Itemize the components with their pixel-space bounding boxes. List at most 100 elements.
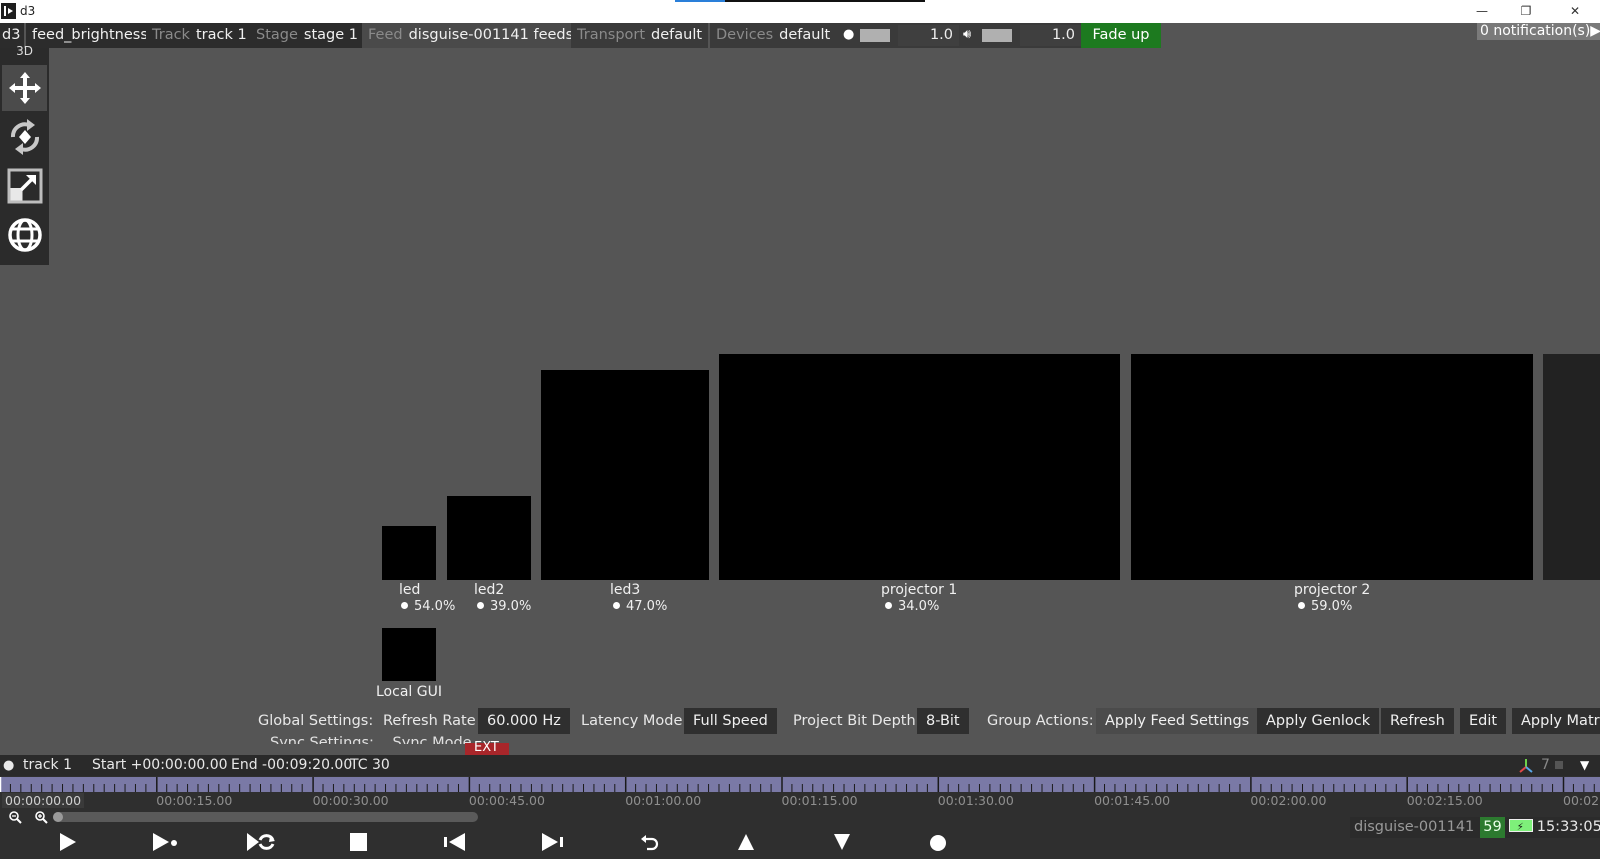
down-button[interactable] xyxy=(827,829,857,855)
loading-progress xyxy=(675,0,925,2)
play-to-end-button[interactable] xyxy=(150,829,180,855)
collapse-icon[interactable]: ▼ xyxy=(1580,755,1589,776)
timeline-tick-label: 00:00:15.00 xyxy=(156,793,233,808)
fade-up-button[interactable]: Fade up xyxy=(1081,23,1161,48)
screen-offscreen-preview[interactable] xyxy=(1543,354,1600,580)
close-button[interactable]: ✕ xyxy=(1560,2,1590,20)
zoom-in-icon[interactable] xyxy=(34,809,48,824)
track-selector[interactable]: Track track 1 xyxy=(146,23,253,48)
d3-logo-icon xyxy=(1,3,16,19)
volume-slider[interactable] xyxy=(982,29,1012,42)
current-timecode: 00:00:00.00 xyxy=(2,793,85,808)
scale-tool-button[interactable] xyxy=(2,163,47,209)
layer-view-icon[interactable] xyxy=(1555,761,1563,769)
sync-settings-label: Sync Settings: xyxy=(270,736,374,744)
screen-label: led xyxy=(399,582,421,598)
screen-label: Local GUI xyxy=(376,684,442,700)
apply-matrix-button[interactable]: Apply Matri xyxy=(1512,708,1600,734)
timeline-tick-label: 00:01:30.00 xyxy=(937,793,1014,808)
apply-genlock-button[interactable]: Apply Genlock xyxy=(1257,708,1380,734)
layer-count: 7 xyxy=(1541,757,1550,773)
refresh-rate-field[interactable]: 60.000 Hz xyxy=(478,708,570,734)
globe-tool-button[interactable] xyxy=(2,212,47,258)
screen-label: projector 2 xyxy=(1294,582,1371,598)
brightness-value[interactable]: 1.0 xyxy=(898,25,959,46)
sync-settings-row: Sync Settings: Sync Mode xyxy=(270,736,472,744)
triangle-up-icon xyxy=(738,834,754,850)
up-button[interactable] xyxy=(731,829,761,855)
sync-mode-label: Sync Mode xyxy=(392,736,472,744)
stop-icon xyxy=(350,833,367,851)
timeline-scrollbar[interactable] xyxy=(53,812,478,822)
bit-depth-label: Project Bit Depth xyxy=(793,713,916,729)
stop-button[interactable] xyxy=(343,829,373,855)
screen-projector1-preview[interactable] xyxy=(719,354,1120,580)
screen-brightness: 34.0% xyxy=(885,599,939,614)
clock: 15:33:05 xyxy=(1536,819,1600,835)
screen-led3-preview[interactable] xyxy=(541,370,709,580)
transport-selector[interactable]: Transport default xyxy=(571,23,709,48)
scrollbar-thumb[interactable] xyxy=(53,812,63,822)
timeline-tick-label: 00:01:15.00 xyxy=(781,793,858,808)
screen-localgui-preview[interactable] xyxy=(382,628,436,681)
screen-led-preview[interactable] xyxy=(382,526,436,580)
tool-panel: 3D xyxy=(0,44,49,265)
track-name[interactable]: track 1 xyxy=(23,755,72,776)
screen-brightness: 47.0% xyxy=(613,599,667,614)
play-button[interactable] xyxy=(52,829,82,855)
latency-mode-field[interactable]: Full Speed xyxy=(684,708,777,734)
timeline-ruler[interactable] xyxy=(0,777,1600,792)
refresh-rate-label: Refresh Rate xyxy=(383,713,476,729)
group-actions-label: Group Actions: xyxy=(987,713,1094,729)
brightness-slider[interactable] xyxy=(860,29,890,42)
screen-brightness: 54.0% xyxy=(401,599,455,614)
fps-badge: 59 xyxy=(1480,817,1505,838)
stage-selector[interactable]: Stage stage 1 xyxy=(250,23,362,48)
track-end: End -00:09:20.00 xyxy=(231,757,353,773)
loop-button[interactable] xyxy=(246,829,276,855)
timeline-panel: ● track 1 Start +00:00:00.00 End -00:09:… xyxy=(0,755,1600,859)
loop-icon xyxy=(247,833,275,851)
triangle-down-icon xyxy=(834,834,850,850)
minimize-button[interactable]: — xyxy=(1467,2,1497,20)
globe-icon xyxy=(7,218,42,252)
skip-back-icon xyxy=(444,833,465,851)
previous-button[interactable] xyxy=(440,829,470,855)
apply-feed-settings-button[interactable]: Apply Feed Settings xyxy=(1096,708,1259,734)
play-to-end-icon xyxy=(153,833,177,851)
brightness-icon: ● xyxy=(843,27,855,42)
timeline-tick-label: 00:02:00.00 xyxy=(1250,793,1327,808)
screen-projector2-preview[interactable] xyxy=(1131,354,1533,580)
screen-brightness: 59.0% xyxy=(1298,599,1352,614)
screen-led2-preview[interactable] xyxy=(447,496,531,580)
skip-forward-icon xyxy=(542,833,563,851)
return-button[interactable] xyxy=(635,829,665,855)
axis-gizmo-icon[interactable] xyxy=(1518,758,1534,774)
rotate-icon xyxy=(10,119,39,155)
feed-selector[interactable]: Feed disguise-001141 feeds xyxy=(362,23,580,48)
restore-button[interactable]: ❐ xyxy=(1511,2,1541,20)
rotate-tool-button[interactable] xyxy=(2,114,47,160)
edit-button[interactable]: Edit xyxy=(1460,708,1507,734)
view-mode-label: 3D xyxy=(16,44,33,58)
zoom-out-icon[interactable] xyxy=(8,809,22,824)
brightness-dot-icon xyxy=(477,602,484,609)
track-pin-icon[interactable]: ● xyxy=(3,755,14,776)
screen-label: led2 xyxy=(474,582,505,598)
timeline-tick-label: 00:01:45.00 xyxy=(1094,793,1171,808)
notifications-button[interactable]: 0 notification(s)▶ xyxy=(1477,23,1600,40)
refresh-button[interactable]: Refresh xyxy=(1381,708,1454,734)
move-tool-button[interactable] xyxy=(2,65,47,111)
volume-value[interactable]: 1.0 xyxy=(1020,25,1081,46)
record-circle-icon xyxy=(930,835,946,851)
global-settings-row: Global Settings: Refresh Rate 60.000 Hz … xyxy=(0,706,1600,736)
next-button[interactable] xyxy=(537,829,567,855)
bit-depth-field[interactable]: 8-Bit xyxy=(917,708,969,734)
timeline-tick-label: 00:00:30.00 xyxy=(312,793,389,808)
timeline-tick-label: 00:02:15.00 xyxy=(1406,793,1483,808)
screen-brightness: 39.0% xyxy=(477,599,531,614)
record-button[interactable] xyxy=(923,829,953,855)
volume-icon: 🔊︎ xyxy=(963,27,972,42)
screen-label: led3 xyxy=(610,582,641,598)
global-settings-label: Global Settings: xyxy=(258,713,374,729)
